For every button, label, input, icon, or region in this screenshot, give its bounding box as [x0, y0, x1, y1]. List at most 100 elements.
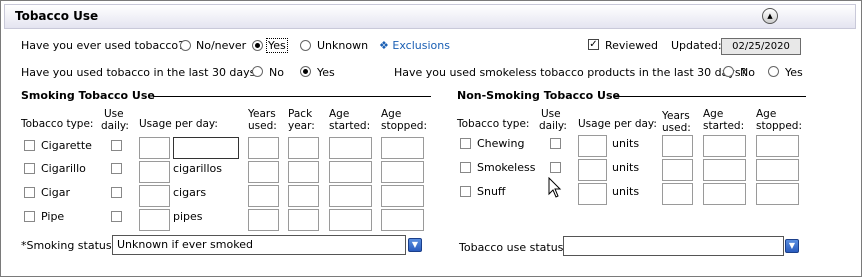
- cigarette-label: Cigarette: [41, 139, 92, 152]
- chevron-up-icon[interactable]: ▲: [762, 8, 778, 24]
- cigarette-checkbox[interactable]: [24, 140, 35, 151]
- q-smokeless-label: Have you used smokeless tobacco products…: [394, 66, 747, 79]
- pipe-label: Pipe: [41, 210, 65, 223]
- cigarillo-age-stopped-input[interactable]: [381, 161, 424, 183]
- cigarillo-usage-input[interactable]: [139, 161, 170, 183]
- smoking-used-header: used:: [248, 120, 277, 132]
- smoking-status-label: *Smoking status:: [21, 239, 116, 252]
- pipe-years-input[interactable]: [248, 209, 279, 231]
- smokeless-daily-checkbox[interactable]: [550, 162, 561, 173]
- chewing-age-stopped-input[interactable]: [756, 135, 799, 157]
- snuff-unit-label: units: [612, 185, 640, 198]
- pipe-age-started-input[interactable]: [329, 209, 372, 231]
- q-last30-yes-radio[interactable]: [300, 66, 311, 77]
- tobacco-status-select[interactable]: [563, 236, 784, 256]
- q-ever-used-unknown-label: Unknown: [317, 39, 369, 52]
- chewing-unit-label: units: [612, 137, 640, 150]
- cigarillo-age-started-input[interactable]: [329, 161, 372, 183]
- smoking-status-dropdown-icon[interactable]: ▼: [408, 238, 422, 252]
- smoking-pack-header: Pack: [288, 108, 313, 120]
- snuff-checkbox[interactable]: [460, 186, 471, 197]
- smokeless-age-stopped-input[interactable]: [756, 159, 799, 181]
- snuff-age-started-input[interactable]: [703, 183, 746, 205]
- q-smokeless-no-label: No: [740, 66, 755, 79]
- smokeless-label: Smokeless: [477, 161, 536, 174]
- cigarette-usage-input[interactable]: [139, 137, 170, 159]
- cigarette-years-input[interactable]: [248, 137, 279, 159]
- pipe-age-stopped-input[interactable]: [381, 209, 424, 231]
- nonsmoking-stopped-header: stopped:: [756, 120, 803, 132]
- chewing-years-input[interactable]: [662, 135, 693, 157]
- pipe-packyear-input[interactable]: [288, 209, 319, 231]
- cigarillo-years-input[interactable]: [248, 161, 279, 183]
- tobacco-status-dropdown-icon[interactable]: ▼: [785, 239, 799, 253]
- snuff-usage-input[interactable]: [578, 183, 607, 205]
- cigarillo-checkbox[interactable]: [24, 163, 35, 174]
- snuff-years-input[interactable]: [662, 183, 693, 205]
- cigar-packyear-input[interactable]: [288, 185, 319, 207]
- q-ever-used-no-radio[interactable]: [180, 40, 191, 51]
- nonsmoking-section-title: Non-Smoking Tobacco Use: [457, 89, 620, 102]
- reviewed-checkbox[interactable]: ✓: [588, 39, 599, 50]
- cigarillo-label: Cigarillo: [41, 162, 86, 175]
- nonsmoking-age-stopped-header: Age: [756, 108, 777, 120]
- exclusions-link[interactable]: ❖ Exclusions: [379, 39, 450, 52]
- q-last30-no-label: No: [269, 66, 284, 79]
- snuff-label: Snuff: [477, 185, 506, 198]
- cigar-checkbox[interactable]: [24, 187, 35, 198]
- pipe-usage-input[interactable]: [139, 209, 170, 231]
- nonsmoking-age-started-header: Age: [703, 108, 724, 120]
- pipe-daily-checkbox[interactable]: [111, 211, 122, 222]
- smokeless-checkbox[interactable]: [460, 162, 471, 173]
- nonsmoking-daily-header: daily:: [539, 120, 567, 132]
- chewing-usage-input[interactable]: [578, 135, 607, 157]
- chewing-daily-checkbox[interactable]: [550, 138, 561, 149]
- cigarette-daily-checkbox[interactable]: [111, 140, 122, 151]
- q-ever-used-no-label: No/never: [196, 39, 247, 52]
- q-smokeless-no-radio[interactable]: [723, 66, 734, 77]
- smokeless-years-input[interactable]: [662, 159, 693, 181]
- chewing-age-started-input[interactable]: [703, 135, 746, 157]
- smoking-type-header: Tobacco type:: [21, 118, 94, 130]
- smoking-status-select[interactable]: Unknown if ever smoked: [112, 235, 406, 255]
- cigar-age-stopped-input[interactable]: [381, 185, 424, 207]
- cigarette-age-stopped-input[interactable]: [381, 137, 424, 159]
- chewing-label: Chewing: [477, 137, 525, 150]
- cigarillo-daily-checkbox[interactable]: [111, 163, 122, 174]
- cigar-usage-input[interactable]: [139, 185, 170, 207]
- chewing-checkbox[interactable]: [460, 138, 471, 149]
- q-smokeless-yes-radio[interactable]: [768, 66, 779, 77]
- smoking-age-stopped-header: Age: [381, 108, 402, 120]
- smoking-age-started-header: Age: [329, 108, 350, 120]
- section-header: Tobacco Use ▲: [4, 4, 856, 29]
- nonsmoking-type-header: Tobacco type:: [457, 118, 530, 130]
- mouse-cursor-icon: [548, 177, 562, 198]
- cigarette-usage-unit-input[interactable]: [173, 137, 239, 159]
- smokeless-unit-label: units: [612, 161, 640, 174]
- smoking-divider: [153, 96, 431, 97]
- cigar-years-input[interactable]: [248, 185, 279, 207]
- smoking-status-value: Unknown if ever smoked: [117, 238, 253, 251]
- smoking-started-header: started:: [329, 120, 371, 132]
- smoking-section-title: Smoking Tobacco Use: [21, 89, 155, 102]
- snuff-age-stopped-input[interactable]: [756, 183, 799, 205]
- smoking-daily-header: daily:: [101, 120, 129, 132]
- pipe-checkbox[interactable]: [24, 211, 35, 222]
- cigar-daily-checkbox[interactable]: [111, 187, 122, 198]
- updated-date-field: 02/25/2020: [721, 38, 801, 55]
- smokeless-usage-input[interactable]: [578, 159, 607, 181]
- q-last30-label: Have you used tobacco in the last 30 day…: [21, 66, 262, 79]
- reviewed-label: Reviewed: [605, 39, 658, 52]
- cigarette-age-started-input[interactable]: [329, 137, 372, 159]
- cigar-age-started-input[interactable]: [329, 185, 372, 207]
- cigar-label: Cigar: [41, 186, 70, 199]
- q-last30-no-radio[interactable]: [252, 66, 263, 77]
- q-ever-used-yes-radio[interactable]: [252, 40, 263, 51]
- nonsmoking-divider: [615, 96, 806, 97]
- q-ever-used-unknown-radio[interactable]: [300, 40, 311, 51]
- cigar-unit-label: cigars: [173, 186, 207, 199]
- tobacco-use-panel: Tobacco Use ▲ Have you ever used tobacco…: [0, 0, 862, 277]
- cigarette-packyear-input[interactable]: [288, 137, 319, 159]
- cigarillo-packyear-input[interactable]: [288, 161, 319, 183]
- smokeless-age-started-input[interactable]: [703, 159, 746, 181]
